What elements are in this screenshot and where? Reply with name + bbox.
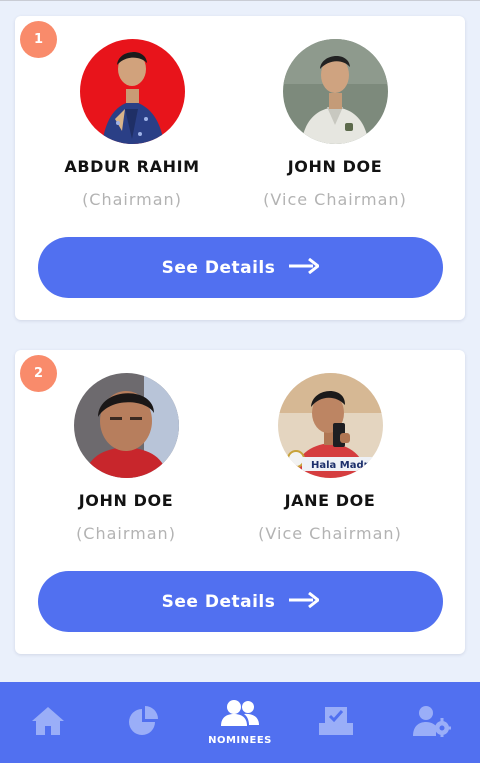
nominee-role: (Chairman) [76, 524, 176, 543]
home-icon [30, 705, 66, 741]
candidate-card-1: 1 ABDUR RAHIM (Chairman) JOHN DOE (Vice … [15, 16, 465, 320]
avatar-caption: Hala Madr [311, 460, 369, 471]
nominee-name: JOHN DOE [78, 491, 174, 510]
nominee-chairman: JOHN DOE (Chairman) [26, 373, 226, 543]
bottom-navigation: NOMINEES [0, 682, 480, 763]
nav-nominees[interactable]: NOMINEES [192, 682, 288, 763]
nav-home[interactable] [0, 682, 96, 763]
nominee-chairman: ABDUR RAHIM (Chairman) [32, 39, 232, 209]
avatar-photo [73, 373, 179, 478]
candidate-card-2: 2 JOHN DOE (Chairman) Hala Madr JANE DOE… [15, 350, 465, 654]
avatar-photo [79, 39, 185, 144]
users-icon [221, 699, 259, 731]
nominee-role: (Vice Chairman) [258, 524, 402, 543]
see-details-button[interactable]: See Details [38, 237, 443, 298]
avatar-photo: Hala Madr [277, 373, 383, 478]
pie-chart-icon [127, 705, 161, 741]
see-details-button[interactable]: See Details [38, 571, 443, 632]
nav-vote[interactable] [288, 682, 384, 763]
nominee-name: ABDUR RAHIM [64, 157, 200, 176]
nominee-vice-chairman: JOHN DOE (Vice Chairman) [235, 39, 435, 209]
nominee-name: JOHN DOE [287, 157, 383, 176]
nav-results[interactable] [96, 682, 192, 763]
top-divider [0, 0, 480, 1]
nominee-vice-chairman: Hala Madr JANE DOE (Vice Chairman) [230, 373, 430, 543]
nominee-role: (Chairman) [82, 190, 182, 209]
arrow-right-icon [289, 257, 321, 278]
see-details-label: See Details [161, 591, 276, 612]
nominee-name: JANE DOE [284, 491, 376, 510]
avatar-photo [282, 39, 388, 144]
vote-box-icon [317, 706, 355, 740]
see-details-label: See Details [161, 257, 276, 278]
nav-nominees-label: NOMINEES [208, 735, 272, 746]
user-settings-icon [413, 705, 451, 741]
arrow-right-icon [289, 591, 321, 612]
nominee-role: (Vice Chairman) [263, 190, 407, 209]
nav-account-settings[interactable] [384, 682, 480, 763]
